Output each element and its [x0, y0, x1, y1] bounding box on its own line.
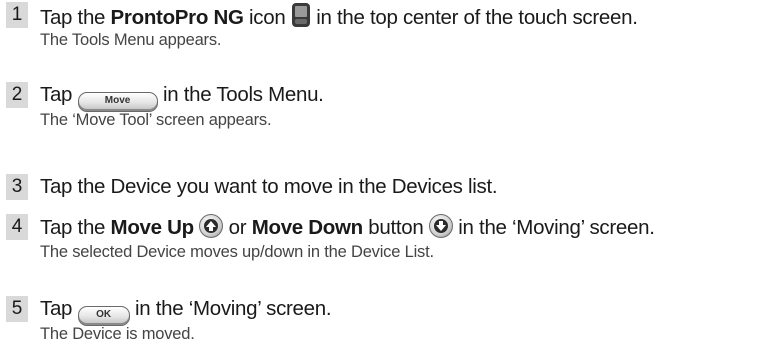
- step-number: 5: [6, 296, 28, 322]
- move-down-arrow-icon: [428, 214, 453, 238]
- move-up-arrow-icon: [199, 214, 224, 238]
- step-number: 1: [6, 2, 28, 28]
- move-button: Move: [77, 92, 158, 112]
- step-instruction: Tap the Move Up or Move Down button in t…: [40, 214, 655, 239]
- step-number: 4: [6, 214, 28, 240]
- step-instruction: Tap Move in the Tools Menu.: [40, 82, 324, 112]
- step-number: 3: [6, 174, 28, 200]
- step-result: The Tools Menu appears.: [40, 31, 222, 49]
- product-name: ProntoPro NG: [110, 6, 244, 29]
- step-instruction: Tap OK in the ‘Moving’ screen.: [40, 296, 332, 326]
- step-result: The ‘Move Tool’ screen appears.: [40, 111, 272, 129]
- ok-button: OK: [77, 306, 130, 326]
- step-instruction: Tap the Device you want to move in the D…: [40, 175, 498, 198]
- step-number: 2: [6, 82, 28, 108]
- step-result: The selected Device moves up/down in the…: [40, 243, 434, 261]
- step-result: The Device is moved.: [40, 325, 195, 343]
- prontopro-ng-device-icon: [291, 2, 311, 35]
